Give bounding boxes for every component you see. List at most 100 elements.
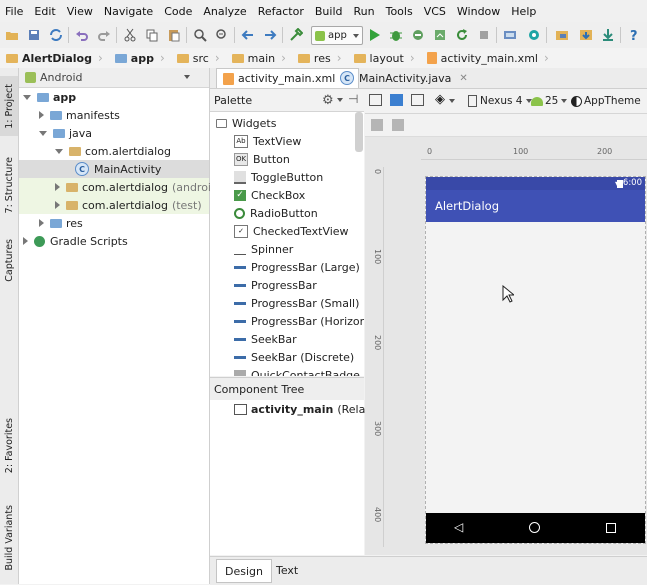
sync-icon[interactable] (48, 27, 64, 43)
phone-preview[interactable]: ▾ 6:00 AlertDialog ◁ (425, 176, 646, 544)
android-download-icon[interactable] (600, 27, 616, 43)
menu-view[interactable]: View (62, 5, 99, 18)
run-configuration-select[interactable]: app (311, 26, 363, 45)
close-icon[interactable]: ✕ (459, 73, 467, 84)
chevron-down-icon[interactable] (449, 99, 455, 103)
menu-navigate[interactable]: Navigate (99, 5, 159, 18)
palette-item[interactable]: SeekBar (234, 330, 297, 348)
run-icon[interactable] (366, 27, 382, 43)
design-view-icon[interactable] (369, 94, 382, 106)
menu-run[interactable]: Run (349, 5, 381, 18)
palette-group-widgets[interactable]: Widgets (216, 114, 276, 132)
breadcrumb-item[interactable]: src › (171, 48, 226, 68)
tab-mainactivity-java[interactable]: C MainActivity.java ✕ (334, 68, 474, 88)
api-level-select[interactable]: 25 (531, 92, 568, 110)
menu-edit[interactable]: Edit (29, 5, 61, 18)
collapse-arrow-icon[interactable] (39, 219, 44, 227)
sync-gradle-icon[interactable] (578, 27, 594, 43)
tree-item[interactable]: com.alertdialog (55, 142, 171, 160)
attach-debugger-icon[interactable] (410, 27, 426, 43)
tree-item[interactable]: res (39, 214, 83, 232)
tree-item[interactable]: java (39, 124, 92, 142)
tool-tab-structure[interactable]: 7: Structure (0, 153, 18, 218)
palette-item[interactable]: OK Button (234, 150, 290, 168)
hide-panel-icon[interactable]: ⊣ (348, 92, 358, 106)
gear-icon[interactable]: ⚙ (322, 93, 334, 108)
tool-tab-captures[interactable]: Captures (0, 233, 18, 288)
tree-item[interactable]: C MainActivity (75, 160, 161, 178)
palette-item[interactable]: ProgressBar (Horizontal) (234, 312, 364, 330)
tab-text[interactable]: Text (268, 559, 306, 581)
menu-tools[interactable]: Tools (381, 5, 419, 18)
find-icon[interactable] (192, 27, 208, 43)
collapse-arrow-icon[interactable] (55, 183, 60, 191)
palette-item[interactable]: ✓ CheckedTextView (234, 222, 349, 240)
breadcrumb-item[interactable]: main › (226, 48, 292, 68)
zoom-to-fit-icon[interactable] (371, 119, 383, 131)
palette-item[interactable]: RadioButton (234, 204, 318, 222)
debug-icon[interactable] (388, 27, 404, 43)
expand-arrow-icon[interactable] (55, 148, 63, 154)
menu-file[interactable]: File (0, 5, 29, 18)
palette-item[interactable]: QuickContactBadge (234, 366, 360, 376)
collapse-arrow-icon[interactable] (39, 111, 44, 119)
undo-icon[interactable] (74, 27, 90, 43)
tool-tab-favorites[interactable]: 2: Favorites (0, 413, 18, 478)
layout-icon[interactable] (411, 94, 424, 106)
tool-tab-build-variants[interactable]: Build Variants (0, 498, 18, 578)
menu-vcs[interactable]: VCS (419, 5, 452, 18)
palette-scrollbar[interactable] (355, 112, 363, 152)
open-folder-icon[interactable] (4, 27, 20, 43)
nav-recents-icon[interactable] (606, 523, 616, 533)
palette-item[interactable]: ✓ CheckBox (234, 186, 305, 204)
theme-select[interactable]: AppTheme (571, 92, 641, 110)
back-icon[interactable] (240, 27, 256, 43)
palette-item[interactable]: ProgressBar (234, 276, 317, 294)
refresh-icon[interactable] (392, 119, 404, 131)
help-icon[interactable]: ? (626, 27, 642, 43)
project-structure-icon[interactable] (554, 27, 570, 43)
redo-icon[interactable] (96, 27, 112, 43)
paste-icon[interactable] (166, 27, 182, 43)
tool-tab-project[interactable]: 1: Project (0, 76, 18, 136)
tree-item[interactable]: com.alertdialog (test) (55, 196, 202, 214)
palette-item[interactable]: ToggleButton (234, 168, 323, 186)
menu-analyze[interactable]: Analyze (198, 5, 252, 18)
palette-item[interactable]: Spinner (234, 240, 293, 258)
menu-window[interactable]: Window (452, 5, 506, 18)
forward-icon[interactable] (262, 27, 278, 43)
collapse-arrow-icon[interactable] (55, 201, 60, 209)
chevron-down-icon[interactable] (337, 98, 343, 102)
tree-item[interactable]: app (23, 88, 76, 106)
replace-icon[interactable] (214, 27, 230, 43)
save-all-icon[interactable] (26, 27, 42, 43)
breadcrumb-item[interactable]: res › (292, 48, 348, 68)
rerun-icon[interactable] (454, 27, 470, 43)
project-view-selector[interactable]: Android (19, 68, 209, 88)
copy-icon[interactable] (144, 27, 160, 43)
stop-icon[interactable] (476, 27, 492, 43)
palette-item[interactable]: ProgressBar (Small) (234, 294, 359, 312)
menu-help[interactable]: Help (506, 5, 542, 18)
expand-arrow-icon[interactable] (39, 130, 47, 136)
menu-code[interactable]: Code (159, 5, 198, 18)
device-select[interactable]: Nexus 4 (468, 92, 532, 110)
breadcrumb-item[interactable]: layout › (348, 48, 421, 68)
orientation-icon[interactable]: ◈ (435, 92, 445, 107)
nav-home-icon[interactable] (529, 522, 540, 533)
nav-back-icon[interactable]: ◁ (454, 520, 463, 534)
make-project-icon[interactable] (288, 27, 304, 43)
sdk-manager-icon[interactable] (502, 27, 518, 43)
palette-item[interactable]: ProgressBar (Large) (234, 258, 360, 276)
menu-refactor[interactable]: Refactor (253, 5, 310, 18)
collapse-arrow-icon[interactable] (23, 237, 28, 245)
breadcrumb-item[interactable]: activity_main.xml › (421, 48, 555, 68)
breadcrumb-item[interactable]: AlertDialog › (0, 48, 109, 68)
blueprint-view-icon[interactable] (390, 94, 403, 106)
tree-item[interactable]: manifests (39, 106, 120, 124)
cut-icon[interactable] (122, 27, 138, 43)
profile-icon[interactable] (432, 27, 448, 43)
tree-item[interactable]: Gradle Scripts (23, 232, 128, 250)
palette-item[interactable]: SeekBar (Discrete) (234, 348, 354, 366)
tree-item[interactable]: com.alertdialog (androidT (55, 178, 225, 196)
